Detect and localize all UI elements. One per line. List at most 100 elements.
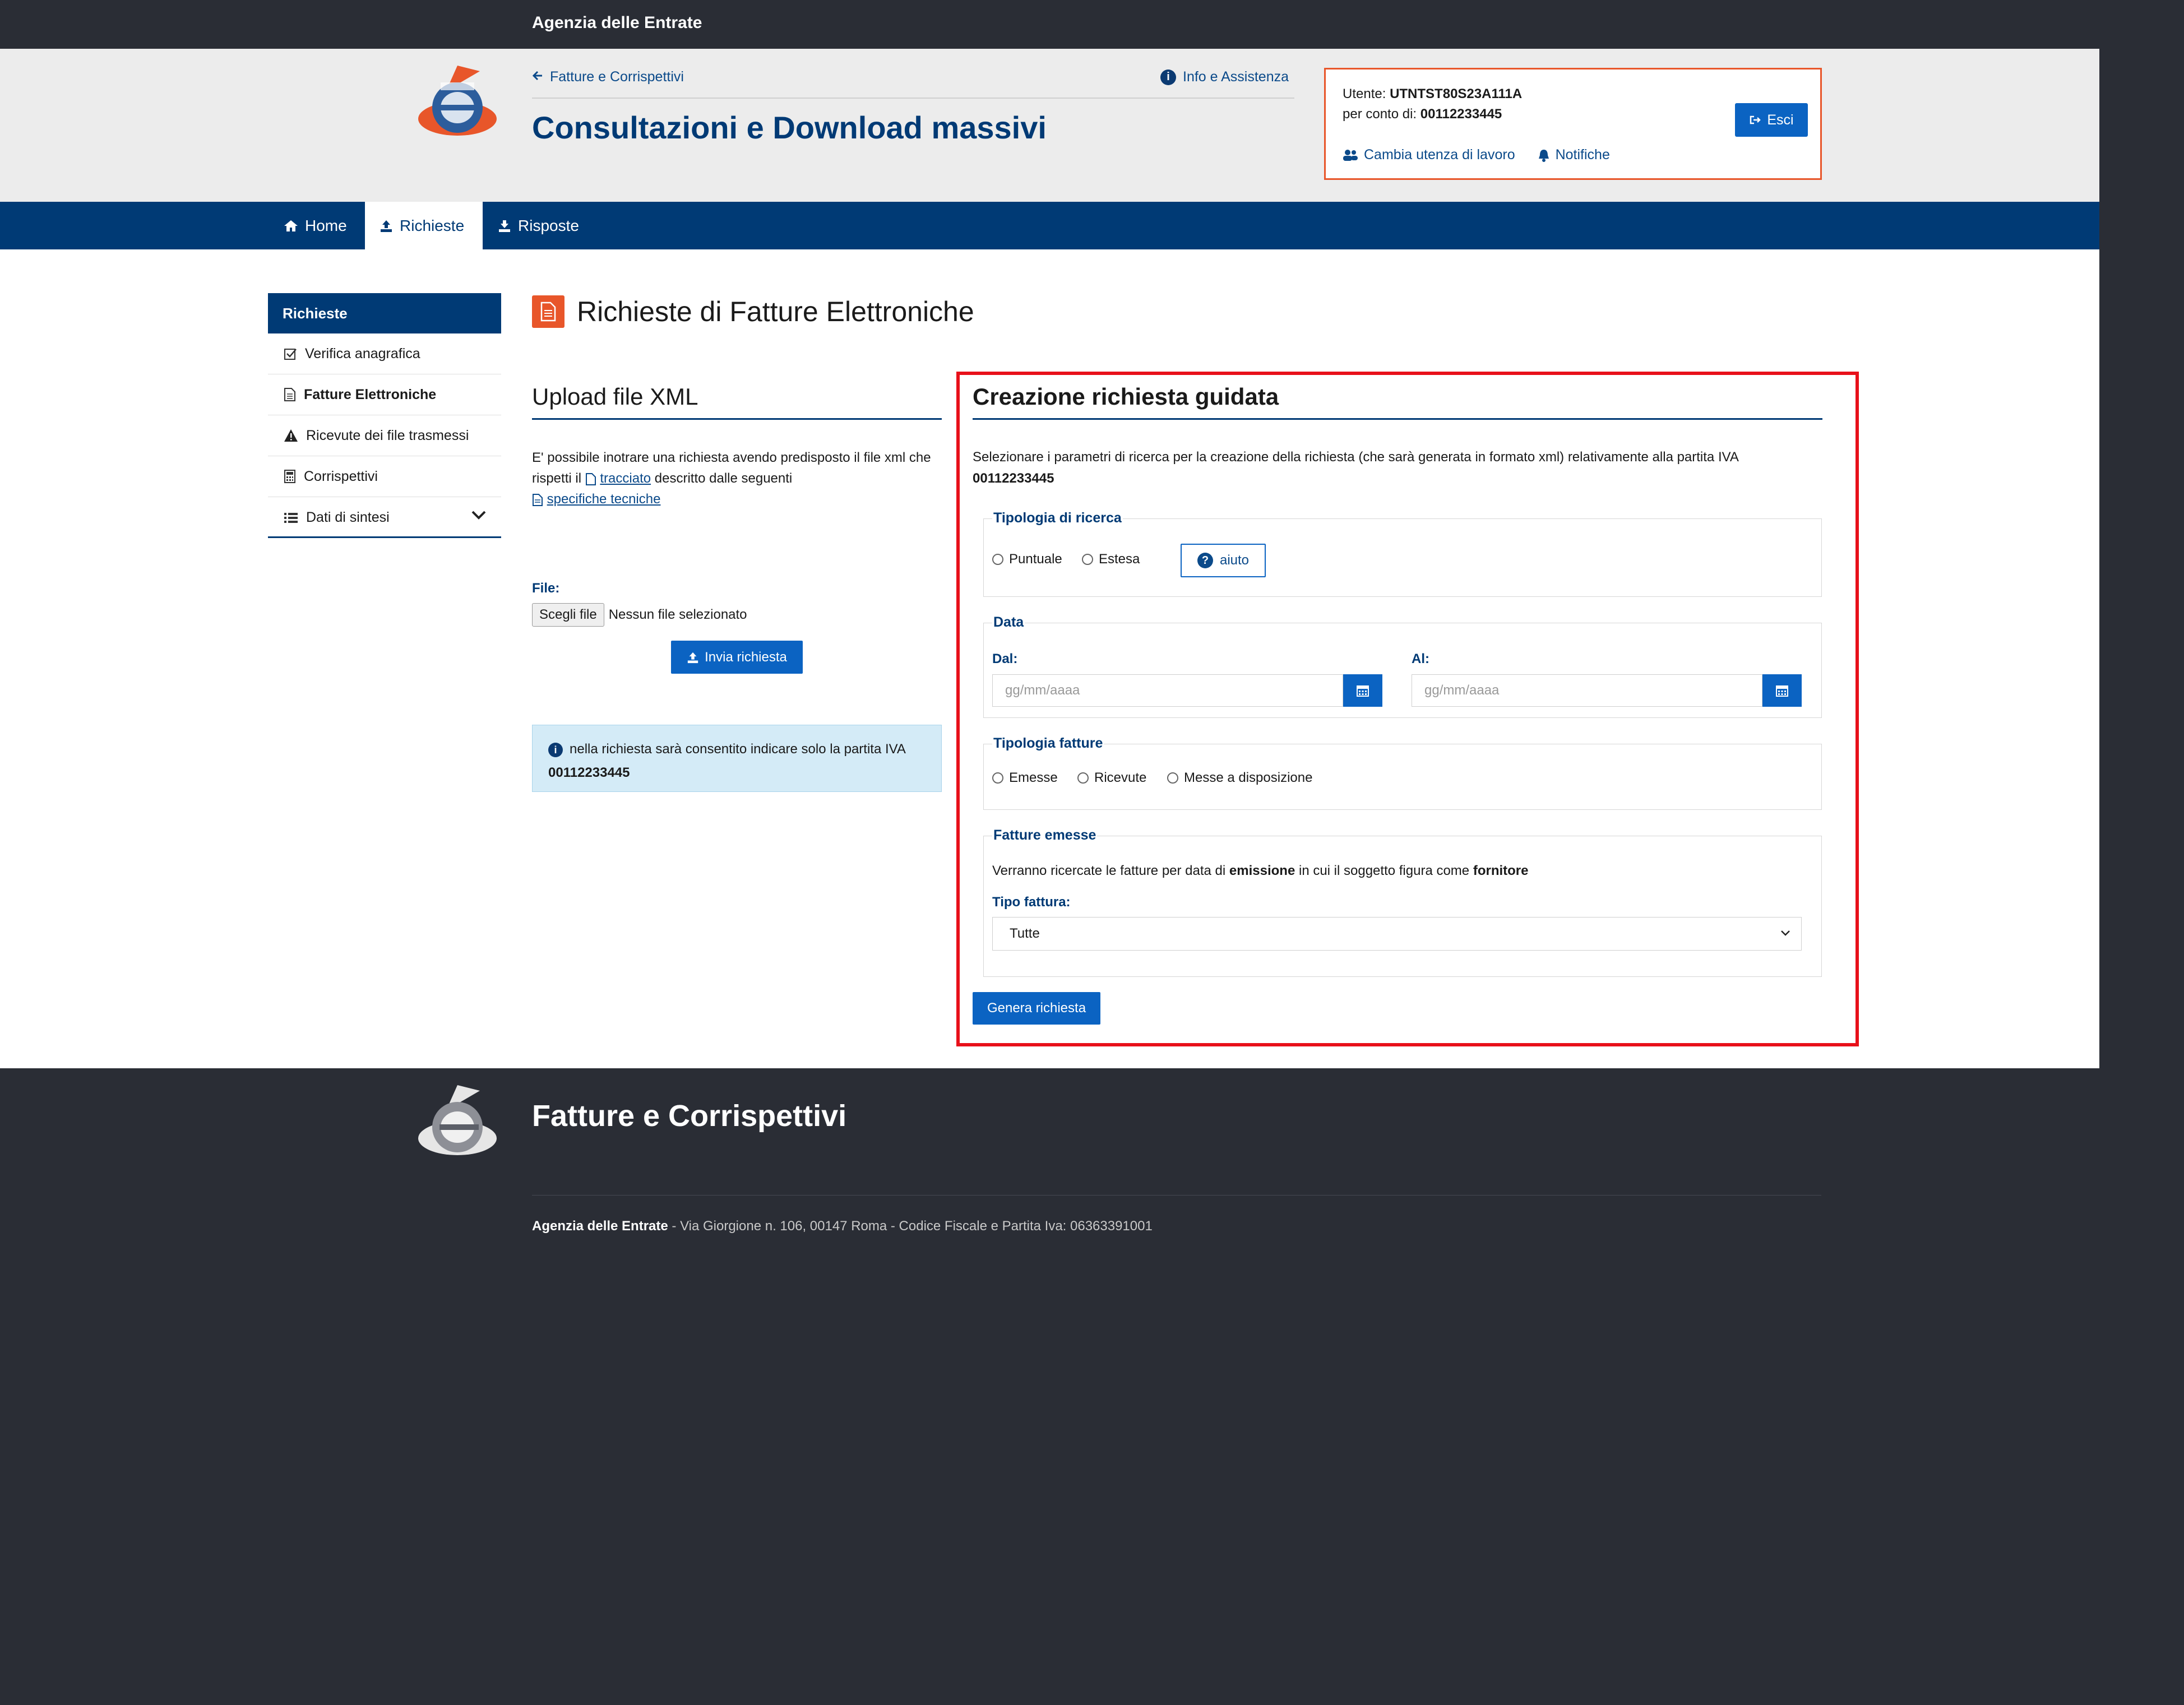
send-request-label: Invia richiesta (705, 649, 787, 665)
user-value: UTNTST80S23A111A (1390, 86, 1523, 101)
info-icon: i (548, 742, 563, 757)
file-input[interactable]: Scegli file Nessun file selezionato (532, 603, 747, 627)
sidebar-item-label: Verifica anagrafica (305, 345, 420, 362)
sidebar-item-dati-sintesi[interactable]: Dati di sintesi (268, 497, 501, 538)
radio-circle[interactable] (992, 554, 1003, 565)
info-notice: i nella richiesta sarà consentito indicar… (532, 725, 942, 792)
upload-description: E' possibile inotrare una richiesta aven… (532, 447, 947, 509)
radio-estesa-label: Estesa (1099, 552, 1140, 567)
radio-emesse[interactable]: Emesse (992, 770, 1058, 786)
footer-divider (532, 1195, 1821, 1196)
nav-richieste-label: Richieste (400, 216, 465, 234)
sidebar-item-label: Ricevute dei file trasmessi (306, 427, 469, 443)
file-text-icon (533, 493, 543, 506)
document-icon (532, 295, 564, 328)
home-icon (284, 220, 298, 231)
footer-title: Fatture e Corrispettivi (532, 1099, 847, 1133)
radio-circle[interactable] (1077, 772, 1089, 784)
sidebar-item-fatture-elettroniche[interactable]: Fatture Elettroniche (268, 374, 501, 415)
issued-invoices-legend: Fatture emesse (992, 827, 1098, 844)
back-link[interactable]: Fatture e Corrispettivi (532, 69, 684, 85)
issued-invoices-fieldset (983, 836, 1822, 977)
date-to-label: Al: (1412, 651, 1429, 666)
sidebar-item-verifica-anagrafica[interactable]: Verifica anagrafica (268, 333, 501, 374)
change-user-link[interactable]: Cambia utenza di lavoro (1343, 147, 1515, 163)
download-icon (499, 220, 510, 232)
choose-file-button[interactable]: Scegli file (532, 603, 604, 627)
date-to-input[interactable]: gg/mm/aaaa (1412, 674, 1762, 707)
top-bar: Agenzia delle Entrate (0, 0, 2099, 49)
generate-request-button[interactable]: Genera richiesta (973, 992, 1100, 1025)
invoice-kind-value: Tutte (1010, 926, 1040, 941)
file-icon (284, 388, 295, 401)
agency-logo[interactable] (413, 66, 502, 144)
footer-org: Agenzia delle Entrate (532, 1218, 668, 1234)
bell-icon (1538, 149, 1549, 162)
guided-title: Creazione richiesta guidata (973, 383, 1279, 410)
footer-address-text: - Via Giorgione n. 106, 00147 Roma - Cod… (672, 1218, 1153, 1234)
specifiche-link[interactable]: specifiche tecniche (547, 492, 661, 507)
check-square-icon (284, 349, 297, 360)
date-from-label: Dal: (992, 651, 1018, 666)
help-button[interactable]: ? aiuto (1181, 544, 1266, 577)
date-legend: Data (992, 614, 1025, 631)
back-link-label: Fatture e Corrispettivi (550, 69, 684, 85)
sidebar-bottom-rule (268, 536, 501, 538)
header-divider (532, 98, 1294, 99)
nav-home[interactable]: Home (269, 202, 362, 249)
upload-icon (687, 652, 698, 663)
app-title: Consultazioni e Download massivi (532, 110, 1047, 145)
radio-circle[interactable] (1082, 554, 1093, 565)
agency-brand[interactable]: Agenzia delle Entrate (532, 13, 702, 33)
radio-circle[interactable] (1167, 772, 1178, 784)
invoice-kind-label: Tipo fattura: (992, 895, 1071, 910)
radio-puntuale[interactable]: Puntuale (992, 552, 1062, 567)
main-nav: Home Richieste Risposte (0, 202, 2099, 249)
date-to-calendar-button[interactable] (1762, 674, 1802, 707)
send-request-button[interactable]: Invia richiesta (671, 641, 803, 674)
on-behalf-label: per conto di: (1343, 106, 1417, 122)
page-title: Richieste di Fatture Elettroniche (577, 296, 974, 327)
calendar-icon (1776, 685, 1788, 697)
radio-ricevute[interactable]: Ricevute (1077, 770, 1146, 786)
sidebar-item-label: Dati di sintesi (306, 509, 390, 525)
nav-richieste[interactable]: Richieste (365, 202, 483, 249)
radio-disposizione[interactable]: Messe a disposizione (1167, 770, 1312, 786)
page: Agenzia delle Entrate Fatture e Corrispe… (0, 0, 2099, 1705)
date-from-input[interactable]: gg/mm/aaaa (992, 674, 1343, 707)
info-link[interactable]: i Info e Assistenza (1160, 69, 1289, 85)
radio-circle[interactable] (992, 772, 1003, 784)
guided-piva: 00112233445 (973, 471, 1054, 486)
nav-risposte-label: Risposte (518, 216, 579, 234)
help-label: aiuto (1219, 553, 1250, 568)
info-icon: i (1160, 69, 1176, 85)
radio-ricevute-label: Ricevute (1094, 770, 1147, 785)
notifications-link[interactable]: Notifiche (1538, 147, 1610, 163)
on-behalf-line: per conto di: 00112233445 (1343, 106, 1502, 122)
sidebar-item-label: Fatture Elettroniche (304, 386, 437, 402)
page-heading: Richieste di Fatture Elettroniche (532, 295, 974, 328)
notice-text: nella richiesta sarà consentito indicare… (570, 742, 905, 757)
sidebar-item-corrispettivi[interactable]: Corrispettivi (268, 456, 501, 497)
issued-text-1: Verranno ricercate le fatture per data d… (992, 863, 1226, 878)
logout-label: Esci (1767, 112, 1794, 128)
change-user-label: Cambia utenza di lavoro (1364, 147, 1515, 163)
sidebar-header[interactable]: Richieste (268, 293, 501, 333)
search-type-legend: Tipologia di ricerca (992, 510, 1123, 526)
nav-home-label: Home (305, 216, 347, 234)
upload-title: Upload file XML (532, 383, 698, 410)
date-from-calendar-button[interactable] (1343, 674, 1382, 707)
logout-button[interactable]: Esci (1735, 103, 1808, 137)
sidebar-item-ricevute[interactable]: Ricevute dei file trasmessi (268, 415, 501, 456)
guided-title-rule (973, 418, 1822, 420)
file-status: Nessun file selezionato (608, 607, 747, 622)
invoice-kind-select[interactable]: Tutte (992, 917, 1802, 951)
radio-estesa[interactable]: Estesa (1082, 552, 1140, 567)
radio-emesse-label: Emesse (1009, 770, 1058, 785)
issued-emissione: emissione (1229, 863, 1295, 878)
chevron-down-icon[interactable] (471, 509, 487, 521)
nav-risposte[interactable]: Risposte (483, 202, 594, 249)
calculator-icon (284, 470, 295, 483)
user-panel: Utente: UTNTST80S23A111A per conto di: 0… (1324, 68, 1822, 180)
tracciato-link[interactable]: tracciato (600, 471, 651, 486)
